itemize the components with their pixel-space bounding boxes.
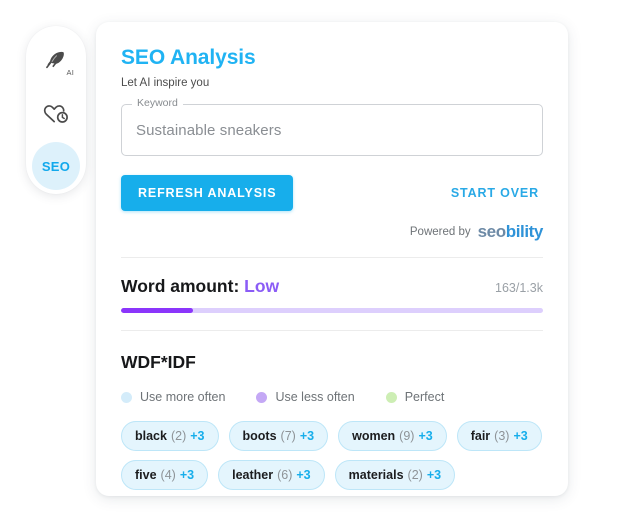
sidebar-rail: AI SEO bbox=[26, 26, 86, 194]
legend-item: Perfect bbox=[385, 390, 445, 405]
legend-label: Use less often bbox=[275, 390, 355, 405]
legend-item: Use less often bbox=[256, 390, 355, 405]
keyword-chip[interactable]: boots (7) +3 bbox=[228, 421, 329, 452]
keyword-chip-count: (7) bbox=[280, 429, 296, 444]
seobility-logo-part1: seo bbox=[477, 222, 506, 242]
keyword-input-value: Sustainable sneakers bbox=[136, 121, 282, 139]
word-amount-label: Word amount: Low bbox=[121, 276, 279, 297]
keyword-chip-count: (9) bbox=[399, 429, 415, 444]
keyword-input-label: Keyword bbox=[132, 98, 183, 109]
keyword-chip-delta: +3 bbox=[513, 429, 528, 444]
keyword-chip-delta: +3 bbox=[299, 429, 315, 444]
page-title: SEO Analysis bbox=[121, 46, 256, 69]
seobility-logo-part2: bility bbox=[505, 222, 544, 242]
sidebar-item-ai-label: AI bbox=[66, 68, 74, 77]
keyword-chip-count: (2) bbox=[407, 468, 423, 483]
action-row: REFRESH ANALYSIS START OVER bbox=[121, 175, 543, 212]
sidebar-item-seo[interactable]: SEO bbox=[32, 142, 80, 190]
keyword-input[interactable]: Keyword Sustainable sneakers bbox=[121, 98, 543, 157]
keyword-chip-delta: +3 bbox=[426, 468, 442, 483]
legend-item: Use more often bbox=[121, 390, 225, 404]
keyword-chip-count: (2) bbox=[170, 429, 187, 444]
keyword-chip-word: fair bbox=[470, 429, 491, 444]
wdfidf-keyword-chips: black (2) +3 boots (7) +3 women (9) +3 fair (3) +3 f… bbox=[121, 421, 543, 491]
heart-clock-icon bbox=[41, 100, 71, 128]
start-over-button[interactable]: START OVER bbox=[447, 180, 543, 206]
word-amount-count: 163/1.3k bbox=[495, 281, 543, 296]
keyword-chip-word: leather bbox=[232, 468, 274, 483]
keyword-chip[interactable]: women (9) +3 bbox=[338, 421, 447, 452]
wdfidf-title: WDF*IDF bbox=[121, 352, 196, 373]
keyword-chip-word: women bbox=[352, 429, 396, 444]
keyword-chip-delta: +3 bbox=[179, 468, 195, 483]
keyword-chip-count: (6) bbox=[277, 468, 293, 483]
legend-label: Use more often bbox=[140, 390, 226, 405]
word-amount-label-text: Word amount: bbox=[121, 276, 240, 297]
feather-ai-icon: AI bbox=[41, 48, 74, 77]
keyword-chip-word: five bbox=[135, 468, 157, 483]
keyword-chip[interactable]: leather (6) +3 bbox=[218, 460, 325, 491]
legend-label: Perfect bbox=[404, 390, 445, 405]
word-amount-progress-track bbox=[121, 308, 543, 314]
keyword-chip-count: (4) bbox=[160, 468, 176, 483]
powered-by: Powered by seobility bbox=[121, 222, 544, 242]
section-divider-top bbox=[121, 257, 543, 259]
legend-color-dot bbox=[121, 391, 132, 403]
sidebar-item-seo-label: SEO bbox=[41, 158, 71, 174]
keyword-chip[interactable]: black (2) +3 bbox=[121, 421, 219, 452]
legend-color-dot bbox=[385, 391, 397, 403]
sidebar-item-history[interactable] bbox=[32, 90, 80, 138]
keyword-chip-word: black bbox=[135, 429, 167, 444]
keyword-chip-delta: +3 bbox=[190, 429, 205, 444]
page-subtitle: Let AI inspire you bbox=[121, 77, 210, 90]
refresh-analysis-button[interactable]: REFRESH ANALYSIS bbox=[121, 175, 294, 212]
keyword-chip[interactable]: fair (3) +3 bbox=[456, 421, 542, 452]
powered-by-text: Powered by bbox=[409, 225, 471, 238]
legend-color-dot bbox=[256, 391, 268, 403]
word-amount-value: Low bbox=[244, 276, 280, 297]
section-divider-bottom bbox=[121, 330, 543, 332]
seobility-logo: seobility bbox=[477, 222, 544, 242]
word-amount-progress-fill bbox=[121, 308, 193, 314]
keyword-chip[interactable]: materials (2) +3 bbox=[334, 460, 456, 491]
keyword-chip-word: materials bbox=[348, 468, 404, 483]
sidebar-item-ai-writer[interactable]: AI bbox=[32, 38, 80, 86]
seo-analysis-card: SEO Analysis Let AI inspire you Keyword … bbox=[96, 22, 568, 496]
wdfidf-legend: Use more often Use less often Perfect bbox=[121, 390, 543, 404]
keyword-chip-word: boots bbox=[242, 429, 277, 444]
keyword-chip[interactable]: five (4) +3 bbox=[121, 460, 209, 491]
word-amount-row: Word amount: Low 163/1.3k bbox=[121, 276, 543, 297]
keyword-chip-delta: +3 bbox=[296, 468, 311, 483]
keyword-chip-delta: +3 bbox=[418, 429, 433, 444]
keyword-chip-count: (3) bbox=[494, 429, 510, 444]
